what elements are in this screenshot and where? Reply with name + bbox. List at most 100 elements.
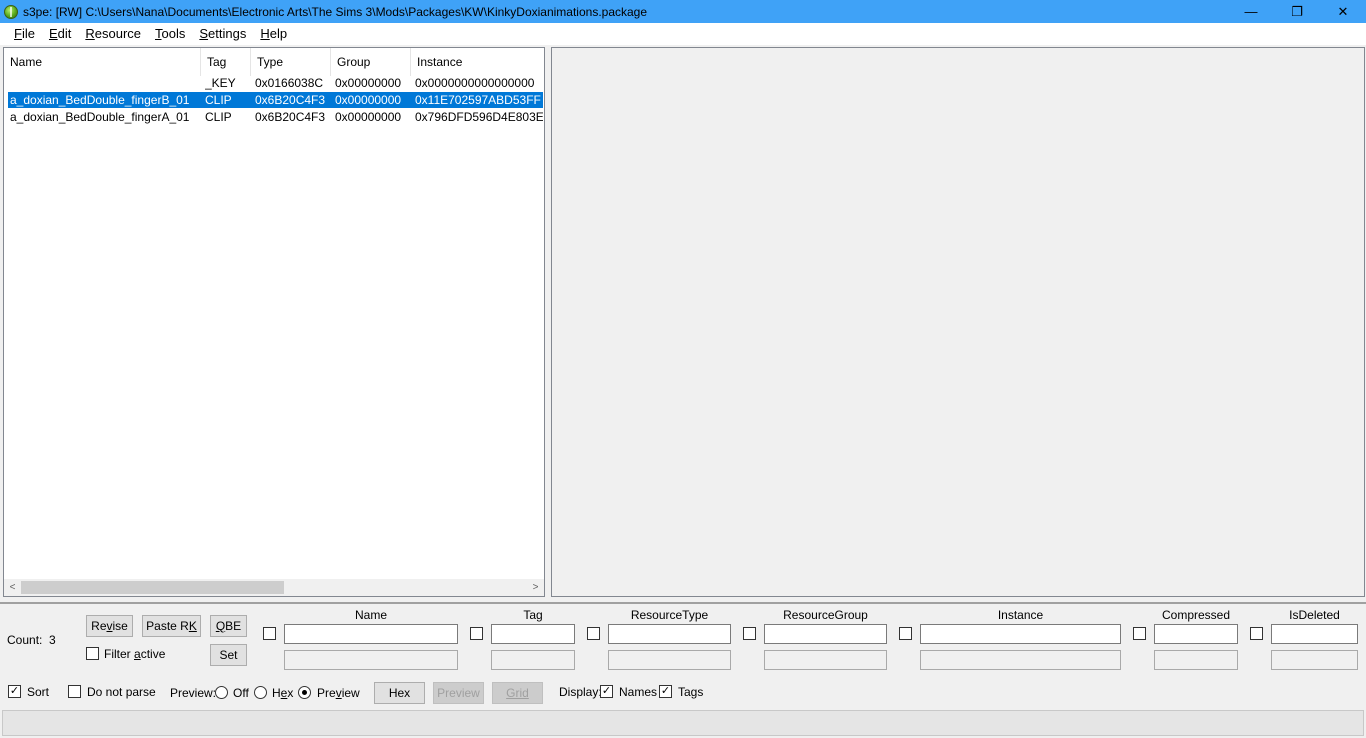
- column-header-instance[interactable]: Instance: [411, 48, 544, 76]
- title-bar: s3pe: [RW] C:\Users\Nana\Documents\Elect…: [0, 0, 1366, 23]
- filter-name-checkbox[interactable]: [263, 627, 276, 640]
- list-header: Name Tag Type Group Instance: [4, 48, 544, 76]
- cell-name: [8, 75, 205, 91]
- do-not-parse-label: Do not parse: [87, 685, 156, 699]
- names-label: Names: [619, 685, 658, 699]
- tags-checkbox[interactable]: ✓: [659, 685, 672, 698]
- filter-compressed-checkbox[interactable]: [1133, 627, 1146, 640]
- menu-edit[interactable]: Edit: [42, 23, 78, 45]
- preview-hex-radio[interactable]: [254, 686, 267, 699]
- cell-group: 0x00000000: [335, 76, 402, 90]
- column-header-type[interactable]: Type: [251, 48, 331, 76]
- hex-button[interactable]: Hex: [374, 682, 425, 704]
- filter-active-label: Filter active: [104, 647, 166, 661]
- preview-off-radio[interactable]: [215, 686, 228, 699]
- filter-instance-field[interactable]: [920, 624, 1121, 644]
- preview-off-label: Off: [233, 686, 249, 700]
- filter-active-checkbox[interactable]: [86, 647, 99, 660]
- filter-isdeleted-title: IsDeleted: [1289, 608, 1340, 622]
- column-header-tag[interactable]: Tag: [201, 48, 251, 76]
- filter-resourcetype-field[interactable]: [608, 624, 731, 644]
- filter-name-value-field: [284, 650, 458, 670]
- count-label: Count:: [7, 633, 43, 647]
- filter-resourcetype-checkbox[interactable]: [587, 627, 600, 640]
- maximize-button[interactable]: ❐: [1274, 0, 1320, 23]
- menu-file[interactable]: File: [7, 23, 42, 45]
- filter-isdeleted-checkbox[interactable]: [1250, 627, 1263, 640]
- cell-group: 0x00000000: [335, 110, 402, 124]
- window-title: s3pe: [RW] C:\Users\Nana\Documents\Elect…: [23, 4, 648, 19]
- table-row[interactable]: a_doxian_BedDouble_fingerA_01 CLIP 0x6B2…: [8, 109, 543, 125]
- table-row-selected[interactable]: a_doxian_BedDouble_fingerB_01 CLIP 0x6B2…: [8, 92, 543, 108]
- cell-instance: 0x796DFD596D4E803E: [415, 110, 543, 124]
- filter-compressed-value-field: [1154, 650, 1238, 670]
- filter-resourcegroup-checkbox[interactable]: [743, 627, 756, 640]
- cell-type: 0x6B20C4F3: [255, 93, 326, 107]
- filter-resourcegroup-title: ResourceGroup: [783, 608, 868, 622]
- filter-instance-value-field: [920, 650, 1121, 670]
- app-icon: [4, 4, 18, 19]
- column-header-group[interactable]: Group: [331, 48, 411, 76]
- filter-resourcetype-value-field: [608, 650, 731, 670]
- set-button[interactable]: Set: [210, 644, 247, 666]
- filter-name-field[interactable]: [284, 624, 458, 644]
- filter-tag-title: Tag: [523, 608, 543, 622]
- scroll-thumb[interactable]: [21, 581, 284, 594]
- preview-hex-label: Hex: [272, 686, 294, 700]
- close-button[interactable]: ✕: [1320, 0, 1366, 23]
- filter-compressed-title: Compressed: [1161, 608, 1231, 622]
- cell-instance: 0x11E702597ABD53FF: [415, 93, 541, 107]
- cell-name: a_doxian_BedDouble_fingerA_01: [10, 110, 190, 124]
- filter-compressed-field[interactable]: [1154, 624, 1238, 644]
- filter-tag-checkbox[interactable]: [470, 627, 483, 640]
- count-value: 3: [49, 633, 56, 647]
- table-row[interactable]: _KEY 0x0166038C 0x00000000 0x00000000000…: [8, 75, 543, 91]
- scroll-right-icon[interactable]: >: [527, 579, 544, 596]
- do-not-parse-checkbox[interactable]: [68, 685, 81, 698]
- filter-tag-field[interactable]: [491, 624, 575, 644]
- filter-isdeleted-value-field: [1271, 650, 1358, 670]
- cell-tag: CLIP: [205, 110, 232, 124]
- filter-instance-checkbox[interactable]: [899, 627, 912, 640]
- menu-settings[interactable]: Settings: [192, 23, 253, 45]
- grid-button[interactable]: Grid: [492, 682, 543, 704]
- filter-resourcetype-title: ResourceType: [630, 608, 709, 622]
- sort-label: Sort: [27, 685, 50, 699]
- tags-label: Tags: [678, 685, 704, 699]
- resource-list[interactable]: Name Tag Type Group Instance _KEY 0x0166…: [3, 47, 545, 597]
- column-header-name[interactable]: Name: [4, 48, 201, 76]
- cell-instance: 0x0000000000000000: [415, 76, 535, 90]
- cell-name: a_doxian_BedDouble_fingerB_01: [10, 93, 190, 107]
- preview-preview-label: Preview: [317, 686, 360, 700]
- scroll-track[interactable]: [21, 579, 527, 596]
- menu-help[interactable]: Help: [253, 23, 294, 45]
- cell-tag: CLIP: [205, 93, 232, 107]
- menu-resource[interactable]: Resource: [78, 23, 148, 45]
- filter-isdeleted-field[interactable]: [1271, 624, 1358, 644]
- display-label: Display:: [559, 685, 602, 699]
- revise-button[interactable]: Re v ise: [86, 615, 133, 637]
- filter-resourcegroup-field[interactable]: [764, 624, 887, 644]
- menu-bar: File Edit Resource Tools Settings Help: [0, 23, 1366, 45]
- filter-tag-value-field: [491, 650, 575, 670]
- preview-panel: [551, 47, 1365, 597]
- filter-resourcegroup-value-field: [764, 650, 887, 670]
- cell-tag: _KEY: [205, 76, 236, 90]
- cell-type: 0x6B20C4F3: [255, 110, 326, 124]
- cell-group: 0x00000000: [335, 93, 402, 107]
- preview-button[interactable]: Preview: [433, 682, 484, 704]
- filter-instance-title: Instance: [997, 608, 1044, 622]
- scroll-left-icon[interactable]: <: [4, 579, 21, 596]
- horizontal-scrollbar[interactable]: < >: [4, 579, 544, 596]
- qbe-button[interactable]: Q BE: [210, 615, 247, 637]
- status-bar: [2, 710, 1364, 736]
- names-checkbox[interactable]: ✓: [600, 685, 613, 698]
- preview-preview-radio[interactable]: [298, 686, 311, 699]
- filter-name-title: Name: [354, 608, 387, 622]
- cell-type: 0x0166038C: [255, 76, 324, 90]
- preview-mode-label: Preview:: [170, 686, 217, 700]
- menu-tools[interactable]: Tools: [148, 23, 192, 45]
- sort-checkbox[interactable]: ✓: [8, 685, 21, 698]
- minimize-button[interactable]: —: [1228, 0, 1274, 23]
- paste-rk-button[interactable]: Paste RK: [142, 615, 201, 637]
